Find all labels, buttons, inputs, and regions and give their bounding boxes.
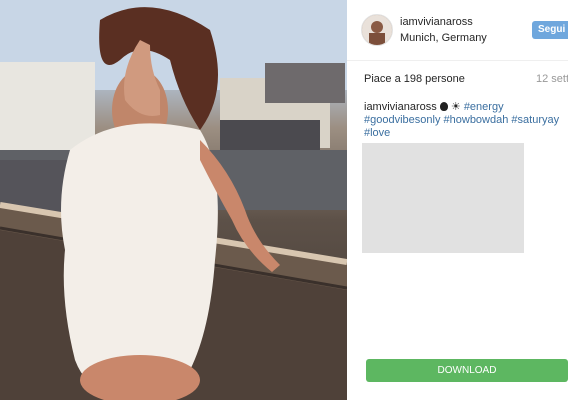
hashtag-link[interactable]: #love [364,127,390,139]
avatar[interactable] [361,14,393,46]
follow-button[interactable]: Segui [532,21,568,39]
post-caption: iamvivianaross ☀ #energy #goodvibesonly … [364,101,564,140]
avatar-image [362,15,392,45]
hashtag-link[interactable]: #energy [464,101,504,113]
post-location[interactable]: Munich, Germany [400,32,487,44]
post-header: iamvivianaross Munich, Germany Segui [347,0,568,61]
download-button[interactable]: DOWNLOAD [366,359,568,382]
media-placeholder [362,143,524,253]
apple-emoji-icon [439,102,448,111]
caption-username[interactable]: iamvivianaross [364,101,437,113]
likes-count[interactable]: Piace a 198 persone [364,73,465,85]
hashtag-link[interactable]: #saturyay [511,114,559,126]
sun-emoji-icon: ☀ [450,101,461,113]
post-username[interactable]: iamvivianaross [400,16,473,28]
hashtag-link[interactable]: #goodvibesonly [364,114,440,126]
hashtag-link[interactable]: #howbowdah [444,114,509,126]
post-photo[interactable] [0,0,347,400]
photo-illustration [0,0,347,400]
post-date: 12 sett [536,73,568,85]
post-sidebar: iamvivianaross Munich, Germany Segui Pia… [347,0,568,400]
